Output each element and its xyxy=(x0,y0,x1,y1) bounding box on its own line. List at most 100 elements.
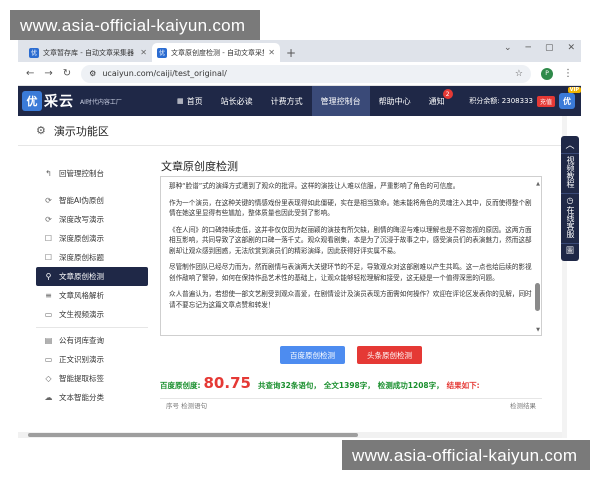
video-icon: ▭ xyxy=(44,310,53,319)
site-info-icon[interactable]: ⚙ xyxy=(89,69,96,78)
profile-avatar[interactable]: P xyxy=(541,67,553,80)
favicon-icon: 优 xyxy=(29,47,39,58)
sidebar-item-deep-rewrite[interactable]: ⟳ 深度改写演示 xyxy=(36,210,148,229)
refresh-icon: ⟳ xyxy=(45,215,52,224)
qrcode-icon[interactable]: 圖 xyxy=(561,244,579,258)
hscroll-thumb[interactable] xyxy=(28,433,358,437)
sidebar-item-label: 文章风格解析 xyxy=(59,291,104,300)
refresh-icon: ⟳ xyxy=(45,196,52,205)
chevron-down-icon[interactable]: ⌄ xyxy=(504,43,512,53)
sidebar-item-label: 深度改写演示 xyxy=(59,215,104,224)
article-paragraph: 那种“脸谱”式的演绎方式遭到了观众的批评。这样的演技让人难以信服，严重影响了角色… xyxy=(169,182,460,190)
nav-must-read[interactable]: 站长必读 xyxy=(212,86,262,116)
nav-home[interactable]: ▦ 首页 xyxy=(168,86,212,116)
nav-label: 帮助中心 xyxy=(378,96,411,106)
sidebar-item-ai-rewrite[interactable]: ⟳ 智能AI伪原创 xyxy=(36,191,148,210)
logo-slogan: AI时代内容工厂 xyxy=(80,98,122,106)
browser-window: 优 文章暂存库 - 自动文章采集器 - ✕ 优 文章原创度检测 - 自动文章采集… xyxy=(18,40,581,438)
scroll-thumb[interactable] xyxy=(535,283,540,311)
forward-icon[interactable]: → xyxy=(44,68,52,79)
logo-name: 采云 xyxy=(44,94,74,110)
sidebar-item-label: 正文识别演示 xyxy=(59,355,104,364)
toutiao-check-button[interactable]: 头条原创检测 xyxy=(357,346,422,364)
nav-label: 计费方式 xyxy=(270,96,303,106)
sidebar-divider xyxy=(36,327,148,328)
reload-icon[interactable]: ↻ xyxy=(63,68,71,79)
textarea-scrollbar[interactable]: ▲ ▼ xyxy=(535,179,540,335)
sidebar-item-lexicon[interactable]: ▤ 公有词库查询 xyxy=(36,331,148,350)
article-paragraph: 众人普遍认为，若想使一部文艺剧受到观众喜爱，在剧情设计及演员表现方面需如何操作？… xyxy=(169,290,532,309)
sidebar-item-deep-title[interactable]: ☐ 深度原创标题 xyxy=(36,248,148,267)
watermark-bottom: www.asia-official-kaiyun.com xyxy=(342,440,590,470)
float-label: 在线客服 xyxy=(566,206,575,238)
float-label: 视频教程 xyxy=(566,156,575,188)
menu-icon[interactable]: ⋮ xyxy=(563,68,573,79)
nav-billing[interactable]: 计费方式 xyxy=(262,86,312,116)
back-icon[interactable]: ← xyxy=(26,68,34,79)
style-icon: ≡ xyxy=(45,291,52,300)
result-summary: 百度原创度: 80.75 共查询32条语句， 全文1398字， 检测成功1208… xyxy=(160,374,555,392)
button-row: 百度原创检测 头条原创检测 xyxy=(160,346,542,364)
page-header: ⚙ 演示功能区 xyxy=(18,116,566,146)
tag-icon: ◇ xyxy=(45,374,52,383)
clock-icon: ◷ xyxy=(566,196,574,205)
sidebar-item-original-check[interactable]: ⚲ 文章原创检测 xyxy=(36,267,148,286)
article-textarea[interactable]: 那种“脸谱”式的演绎方式遭到了观众的批评。这样的演技让人难以信服，严重影响了角色… xyxy=(160,176,542,336)
browser-tab-archive[interactable]: 优 文章暂存库 - 自动文章采集器 - ✕ xyxy=(24,43,152,62)
maximize-icon[interactable]: ▢ xyxy=(545,43,554,53)
tab-title: 文章暂存库 - 自动文章采集器 - xyxy=(43,48,137,57)
result-table-header: 序号 检测语句 检测结果 xyxy=(160,398,542,410)
sidebar-item-label: 回管理控制台 xyxy=(59,169,104,178)
monitor-icon: ▭ xyxy=(44,355,53,364)
recharge-button[interactable]: 充值 xyxy=(536,95,555,107)
table-col-left: 序号 检测语句 xyxy=(166,401,208,410)
horizontal-scrollbar[interactable] xyxy=(18,432,566,438)
sidebar-item-label: 文本智能分类 xyxy=(59,393,104,402)
sidebar-item-classify[interactable]: ☁ 文本智能分类 xyxy=(36,388,148,407)
close-tab-icon[interactable]: ✕ xyxy=(140,48,147,57)
avatar-mark: 优 xyxy=(563,96,571,106)
new-tab-button[interactable]: + xyxy=(280,46,302,62)
online-support-link[interactable]: ◷ 在线客服 xyxy=(561,194,579,244)
nav-console[interactable]: 管理控制台 xyxy=(311,86,370,116)
close-tab-icon[interactable]: ✕ xyxy=(268,48,275,57)
nav-notice[interactable]: 通知 2 xyxy=(420,86,454,116)
video-tutorial-link[interactable]: 视频教程 xyxy=(561,154,579,194)
sidebar-item-back[interactable]: ↰ 回管理控制台 xyxy=(36,164,148,183)
gear-icon: ⚙ xyxy=(36,124,46,137)
points-area: 积分余额: 2308333 充值 优 VIP xyxy=(469,87,581,109)
sidebar-item-label: 智能AI伪原创 xyxy=(59,196,104,205)
content-area: ⚙ 演示功能区 ↰ 回管理控制台 ⟳ 智能AI伪原创 ⟳ 深度改写演示 ☐ 深度原创演示… xyxy=(18,116,566,438)
scroll-down-icon[interactable]: ▼ xyxy=(536,325,540,336)
baidu-check-button[interactable]: 百度原创检测 xyxy=(280,346,345,364)
book-icon: ▤ xyxy=(44,336,53,345)
browser-tab-detect[interactable]: 优 文章原创度检测 - 自动文章采集 ✕ xyxy=(152,43,280,62)
page-header-title: 演示功能区 xyxy=(53,124,109,138)
logo-mark: 优 xyxy=(22,91,42,111)
article-paragraph: 尽管制作团队已经尽力而为，然而剧情与表演两大关键环节的不足，导致观众对这部剧难以… xyxy=(169,263,532,282)
notice-badge: 2 xyxy=(442,89,453,99)
result-label: 百度原创度: xyxy=(160,381,201,390)
watermark-top: www.asia-official-kaiyun.com xyxy=(10,10,260,40)
scroll-top-icon[interactable]: ︿ xyxy=(561,139,579,154)
close-icon[interactable]: ✕ xyxy=(567,43,575,53)
sidebar-item-deep-original[interactable]: ☐ 深度原创演示 xyxy=(36,229,148,248)
sidebar-item-tag-extract[interactable]: ◇ 智能提取标签 xyxy=(36,369,148,388)
sidebar-item-text-recognize[interactable]: ▭ 正文识别演示 xyxy=(36,350,148,369)
search-icon: ⚲ xyxy=(45,272,52,281)
doc-icon: ☐ xyxy=(44,234,53,243)
favicon-icon: 优 xyxy=(157,47,167,58)
sidebar-item-style-analysis[interactable]: ≡ 文章风格解析 xyxy=(36,286,148,305)
url-field[interactable]: ⚙ ucaiyun.com/caiji/test_original/ ☆ xyxy=(81,64,531,83)
user-avatar[interactable]: 优 VIP xyxy=(559,87,581,109)
site-logo[interactable]: 优 采云 AI时代内容工厂 xyxy=(18,91,168,111)
scroll-up-icon[interactable]: ▲ xyxy=(536,179,540,190)
cloud-icon: ☁ xyxy=(44,393,53,402)
sidebar-item-label: 公有词库查询 xyxy=(59,336,104,345)
sidebar-item-text-video[interactable]: ▭ 文生视频演示 xyxy=(36,305,148,324)
tab-title: 文章原创度检测 - 自动文章采集 xyxy=(171,48,265,57)
nav-label: 通知 xyxy=(428,96,445,106)
nav-help[interactable]: 帮助中心 xyxy=(370,86,420,116)
bookmark-star-icon[interactable]: ☆ xyxy=(515,69,523,79)
minimize-icon[interactable]: ─ xyxy=(526,43,531,53)
